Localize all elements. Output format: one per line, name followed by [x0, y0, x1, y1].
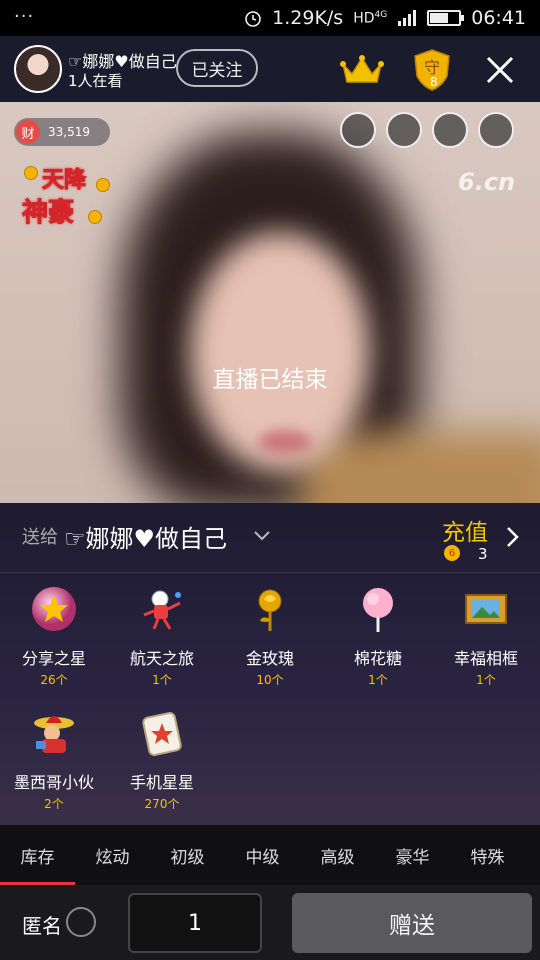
gift-count: 1个 [152, 673, 172, 687]
gift-count: 26个 [40, 673, 68, 687]
gift-category-tabs: 库存 炫动 初级 中级 高级 豪华 特殊 [0, 825, 540, 885]
gift-item[interactable]: 金玫瑰 10个 [216, 585, 324, 705]
photo-frame-icon [465, 594, 507, 624]
promo-line2: 神豪 [21, 198, 75, 229]
gift-name: 手机星星 [129, 773, 194, 792]
gift-name: 金玫瑰 [245, 649, 294, 668]
balance-value: 3 [478, 545, 488, 563]
gift-item[interactable]: 幸福相框 1个 [432, 585, 540, 705]
status-bar: ··· 1.29K/s HD4G 06:41 [0, 0, 540, 36]
chevron-right-icon[interactable] [502, 525, 522, 549]
send-bar: 匿名 赠送 [0, 885, 540, 960]
host-name: ☞娜娜♥做自己 [68, 52, 177, 71]
battery-icon [427, 10, 465, 26]
gift-name: 棉花糖 [353, 649, 402, 668]
cotton-candy-icon [363, 588, 393, 632]
guard-count: 8 [430, 75, 438, 89]
tab-basic[interactable]: 初级 [150, 825, 225, 885]
coin-icon [96, 178, 110, 192]
promo-badge[interactable]: 天降 神豪 [18, 160, 110, 229]
coin-icon [88, 210, 102, 224]
wealth-icon: 财 [16, 120, 40, 144]
signal-icon [398, 10, 417, 26]
wealth-value: 33,519 [48, 125, 90, 139]
gift-item[interactable]: 手机星星 270个 [108, 709, 216, 829]
divider [0, 572, 540, 573]
room-header: ☞娜娜♥做自己 1人在看 已关注 守 8 [0, 36, 540, 102]
tab-inventory[interactable]: 库存 [0, 825, 75, 885]
gift-panel: 送给 ☞娜娜♥做自己 充值 6 3 分享之星 26个 航天之旅 1个 金玫瑰 1… [0, 503, 540, 825]
seat-icon[interactable] [386, 112, 422, 148]
gift-item[interactable]: 分享之星 26个 [0, 585, 108, 705]
tab-special[interactable]: 特殊 [450, 825, 525, 885]
watermark-logo: 6.cn [458, 168, 516, 196]
gift-item[interactable]: 棉花糖 1个 [324, 585, 432, 705]
coin-icon: 6 [444, 545, 460, 561]
quantity-input[interactable] [128, 893, 262, 953]
network-speed: 1.29K/s [272, 7, 344, 29]
star-orb-icon [32, 587, 76, 631]
mexican-guy-icon [34, 716, 74, 753]
astronaut-icon [143, 590, 181, 630]
coin-icon [24, 166, 38, 180]
menu-dots: ··· [14, 6, 35, 27]
gift-name: 幸福相框 [453, 649, 518, 668]
seat-icon[interactable] [340, 112, 376, 148]
anonymous-toggle[interactable] [66, 907, 96, 937]
send-to-label: 送给 [22, 527, 58, 548]
gift-count: 2个 [44, 797, 64, 811]
gift-count: 1个 [368, 673, 388, 687]
clock: 06:41 [471, 7, 526, 29]
wealth-badge[interactable]: 财 33,519 [14, 118, 110, 146]
network-hd: HD4G [353, 9, 388, 27]
gold-rose-icon [258, 589, 282, 631]
chevron-down-icon[interactable] [252, 525, 272, 545]
anonymous-label: 匿名 [22, 914, 62, 938]
gift-item[interactable]: 墨西哥小伙 2个 [0, 709, 108, 829]
gift-name: 航天之旅 [129, 649, 194, 668]
seat-icon[interactable] [478, 112, 514, 148]
tab-intermediate[interactable]: 中级 [225, 825, 300, 885]
recharge-button[interactable]: 充值 [442, 513, 488, 547]
recipient-name[interactable]: ☞娜娜♥做自己 [64, 519, 227, 554]
close-icon[interactable] [484, 54, 516, 86]
gift-count: 10个 [256, 673, 284, 687]
gift-name: 分享之星 [21, 649, 86, 668]
tab-flashy[interactable]: 炫动 [75, 825, 150, 885]
follow-button[interactable]: 已关注 [176, 49, 258, 87]
seat-icon[interactable] [432, 112, 468, 148]
gift-item[interactable]: 航天之旅 1个 [108, 585, 216, 705]
video-area: 财 33,519 天降 神豪 6.cn 直播已结束 [0, 102, 540, 503]
gift-name: 墨西哥小伙 [13, 773, 94, 792]
host-avatar[interactable] [14, 45, 62, 93]
promo-line1: 天降 [41, 168, 87, 194]
send-gift-button[interactable]: 赠送 [292, 893, 532, 953]
stream-ended-text: 直播已结束 [212, 367, 328, 393]
phone-star-icon [142, 712, 182, 756]
viewer-count: 1人在看 [68, 72, 123, 90]
gift-count: 270个 [144, 797, 180, 811]
alarm-icon [245, 11, 261, 27]
crown-icon[interactable] [340, 54, 384, 86]
video-blur-lips [258, 430, 312, 454]
status-right: 1.29K/s HD4G 06:41 [244, 6, 526, 30]
gift-count: 1个 [476, 673, 496, 687]
tab-luxury[interactable]: 豪华 [375, 825, 450, 885]
tab-advanced[interactable]: 高级 [300, 825, 375, 885]
